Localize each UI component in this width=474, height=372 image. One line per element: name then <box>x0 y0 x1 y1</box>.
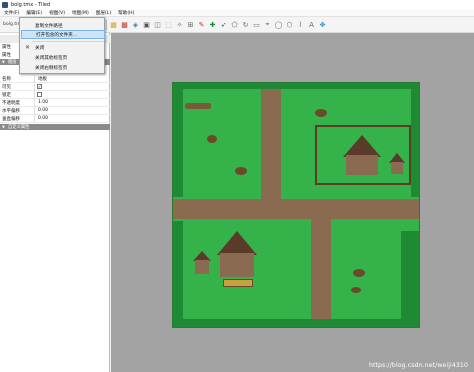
edit-polygons-icon[interactable]: ⬠ <box>230 20 239 29</box>
locked-checkbox[interactable] <box>37 92 42 97</box>
prop-key: 不透明度 <box>2 101 20 106</box>
tile-map[interactable] <box>172 82 420 328</box>
menu-item-open-folder[interactable]: 打开包含的文件夹... <box>21 30 105 39</box>
menu-edit[interactable]: 编辑(E) <box>26 10 42 16</box>
shed-bottom-left <box>193 251 211 275</box>
tree-border-left-top <box>173 83 183 197</box>
prop-row-locked[interactable]: 锁定 <box>0 91 110 99</box>
move-icon[interactable]: ✥ <box>318 20 327 29</box>
menu-view[interactable]: 视图(V) <box>49 10 65 16</box>
prop-row-visible[interactable]: 可见 ✓ <box>0 83 110 91</box>
tree-border-bottom <box>173 319 419 327</box>
shape-fill-icon[interactable]: ▣ <box>142 20 151 29</box>
tree-stump <box>207 135 217 143</box>
prop-key: 水平偏移 <box>2 109 20 114</box>
menu-file[interactable]: 文件(F) <box>4 10 19 16</box>
menu-item-copy-path[interactable]: 复制文件路径 <box>21 21 105 30</box>
eraser-icon[interactable]: ◫ <box>153 20 162 29</box>
stamp-brush-icon[interactable]: ▦ <box>109 20 118 29</box>
prop-row-opacity[interactable]: 不透明度 1.00 <box>0 99 110 107</box>
menu-separator <box>32 41 104 42</box>
menu-item-close-right[interactable]: 关闭右侧标签页 <box>21 63 105 72</box>
properties-panel: 属性 属性 图层 名称 地板 可见 ✓ 锁定 不透明度 1.00 水平偏移 0.… <box>0 33 110 372</box>
tree-border-right-bottom <box>401 231 419 327</box>
rotate-icon[interactable]: ↻ <box>241 20 250 29</box>
window-title: bolg.tmx - Tiled <box>11 1 51 8</box>
rect-select-icon[interactable]: ⬚ <box>164 20 173 29</box>
prop-key: 垂直偏移 <box>2 117 20 122</box>
close-icon: ✕ <box>25 44 31 51</box>
menu-item-close[interactable]: ✕ 关闭 <box>21 43 105 52</box>
prop-row-offset-y[interactable]: 垂直偏移 0.00 <box>0 115 110 123</box>
tree-border-top <box>173 83 419 89</box>
prop-value-offset-x[interactable]: 0.00 <box>38 108 48 113</box>
dirt-path-vertical-top <box>261 83 281 211</box>
tree-border-left-bottom <box>173 221 183 327</box>
insert-point-icon[interactable]: ⌖ <box>263 20 272 29</box>
select-objects-icon[interactable]: ➶ <box>219 20 228 29</box>
terrain-brush-icon[interactable]: ▩ <box>120 20 129 29</box>
insert-text-icon[interactable]: A <box>307 20 316 29</box>
tab-context-menu: 复制文件路径 打开包含的文件夹... ✕ 关闭 关闭其他标签页 关闭右侧标签页 <box>19 17 105 74</box>
dirt-path-vertical-bottom <box>311 209 331 327</box>
house-top-right <box>343 135 381 177</box>
prop-value-opacity[interactable]: 1.00 <box>38 100 48 105</box>
prop-row-offset-x[interactable]: 水平偏移 0.00 <box>0 107 110 115</box>
title-bar: bolg.tmx - Tiled <box>0 0 474 9</box>
prop-key: 可见 <box>2 85 11 90</box>
insert-rectangle-icon[interactable]: ▭ <box>252 20 261 29</box>
section-header-custom[interactable]: 自定义属性 <box>0 124 110 130</box>
rock-object <box>353 269 365 277</box>
prop-value-name[interactable]: 地板 <box>38 76 47 82</box>
shed-top-right <box>389 153 405 175</box>
insert-template-icon[interactable]: ✚ <box>208 20 217 29</box>
prop-value-offset-y[interactable]: 0.00 <box>38 116 48 121</box>
panel-tab-label[interactable]: 属性 <box>2 44 11 50</box>
prop-key: 锁定 <box>2 93 11 98</box>
house-bottom-left <box>217 231 257 279</box>
app-window: bolg.tmx - Tiled 文件(F) 编辑(E) 视图(V) 地图(M)… <box>0 0 474 372</box>
log-object <box>185 103 211 109</box>
menu-bar: 文件(F) 编辑(E) 视图(V) 地图(M) 图层(L) 帮助(H) <box>0 9 474 17</box>
tree-border-right-top <box>411 83 419 197</box>
tiled-app-icon <box>2 1 8 8</box>
dirt-path-horizontal <box>173 199 419 219</box>
prop-row-name[interactable]: 名称 地板 <box>0 75 110 83</box>
menu-layer[interactable]: 图层(L) <box>96 10 111 16</box>
watermark-text: https://blog.csdn.net/weiji4310 <box>368 362 468 369</box>
insert-tile-icon[interactable]: ✎ <box>197 20 206 29</box>
menu-item-close-others[interactable]: 关闭其他标签页 <box>21 53 105 62</box>
rock-object <box>351 287 361 293</box>
menu-help[interactable]: 帮助(H) <box>118 10 134 16</box>
rock-object <box>235 167 247 175</box>
vegetable-crate <box>223 279 253 287</box>
insert-ellipse-icon[interactable]: ◯ <box>274 20 283 29</box>
rock-object <box>315 109 327 117</box>
bucket-fill-icon[interactable]: ◈ <box>131 20 140 29</box>
visible-checkbox[interactable]: ✓ <box>37 84 42 89</box>
toolbar-separator <box>106 20 107 30</box>
prop-key: 名称 <box>2 77 11 82</box>
insert-polygon-icon[interactable]: ⬡ <box>285 20 294 29</box>
panel-title: 属性 <box>2 53 11 58</box>
menu-map[interactable]: 地图(M) <box>72 10 89 16</box>
insert-polyline-icon[interactable]: ⌇ <box>296 20 305 29</box>
magic-wand-icon[interactable]: ✧ <box>175 20 184 29</box>
select-same-tile-icon[interactable]: ⊞ <box>186 20 195 29</box>
